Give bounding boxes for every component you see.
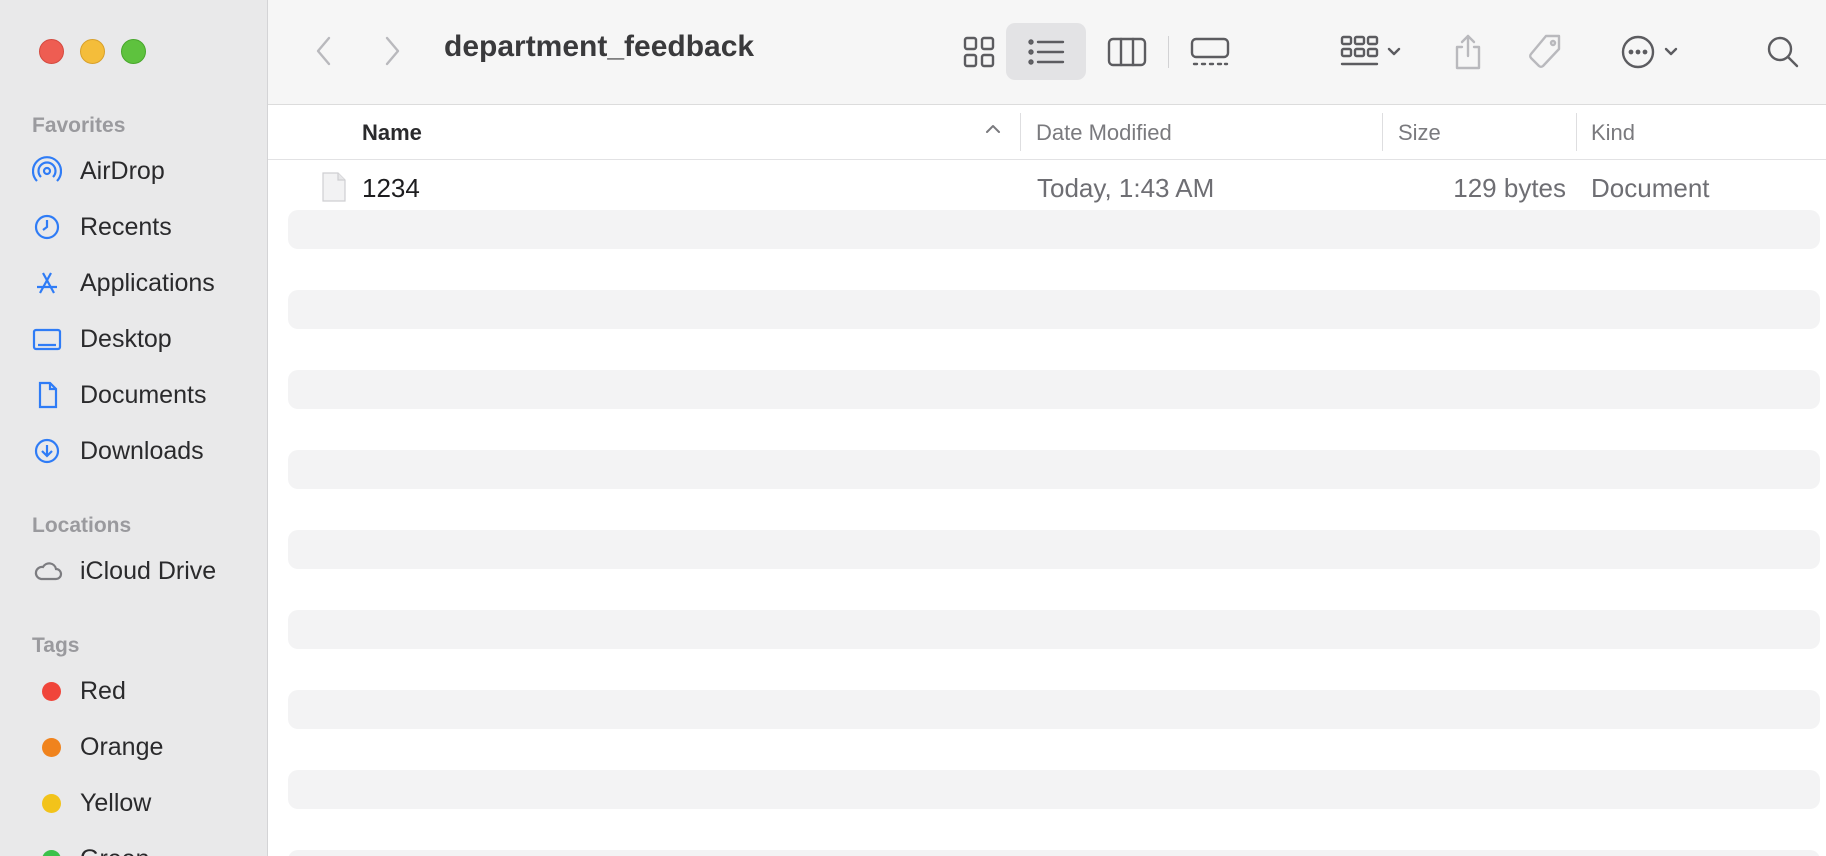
download-icon bbox=[32, 436, 70, 466]
column-divider bbox=[1020, 113, 1021, 151]
sidebar-item-tag-green[interactable]: Green bbox=[32, 837, 149, 856]
sidebar-item-tag-orange[interactable]: Orange bbox=[32, 725, 163, 769]
clock-icon bbox=[32, 212, 70, 242]
sidebar-item-label: Downloads bbox=[80, 436, 204, 465]
more-actions-button[interactable] bbox=[1606, 24, 1692, 80]
applications-icon bbox=[32, 268, 70, 298]
sort-ascending-icon bbox=[986, 125, 1000, 133]
orange-tag-dot bbox=[42, 737, 61, 757]
file-size: 129 bytes bbox=[1453, 173, 1566, 203]
gallery-view-button[interactable] bbox=[1170, 24, 1250, 80]
column-divider bbox=[1382, 113, 1383, 151]
list-view-button[interactable] bbox=[1006, 23, 1086, 80]
green-tag-dot bbox=[42, 849, 61, 856]
column-header-kind[interactable]: Kind bbox=[1591, 120, 1635, 146]
sidebar-item-tag-yellow[interactable]: Yellow bbox=[32, 781, 151, 825]
sidebar-item-label: AirDrop bbox=[80, 156, 165, 185]
sidebar-item-downloads[interactable]: Downloads bbox=[32, 429, 204, 473]
file-kind: Document bbox=[1591, 173, 1710, 203]
share-button[interactable] bbox=[1440, 24, 1496, 80]
toolbar-divider bbox=[1168, 36, 1169, 68]
sidebar-item-documents[interactable]: Documents bbox=[32, 373, 206, 417]
file-list: 1234 Today, 1:43 AM 129 bytes Document bbox=[268, 160, 1826, 856]
column-divider bbox=[1576, 113, 1577, 151]
ellipsis-circle-icon bbox=[1621, 35, 1655, 69]
sidebar-item-icloud-drive[interactable]: iCloud Drive bbox=[32, 549, 216, 593]
sidebar-item-label: Applications bbox=[80, 268, 215, 297]
sidebar-item-label: Yellow bbox=[80, 788, 152, 817]
forward-button[interactable] bbox=[372, 30, 412, 72]
tag-color-icon bbox=[32, 844, 70, 856]
tags-button[interactable] bbox=[1517, 24, 1573, 80]
window-controls bbox=[39, 39, 146, 64]
search-icon bbox=[1767, 36, 1799, 68]
gallery-icon bbox=[1190, 37, 1230, 66]
finder-window: Favorites AirDrop Recents Applications D… bbox=[0, 0, 1826, 856]
empty-row-stripe bbox=[288, 690, 1820, 729]
tag-color-icon bbox=[32, 788, 70, 818]
chevron-right-icon bbox=[385, 36, 400, 66]
search-button[interactable] bbox=[1758, 26, 1808, 78]
grid-icon bbox=[963, 36, 995, 68]
tag-color-icon bbox=[32, 676, 70, 706]
file-date-modified: Today, 1:43 AM bbox=[1037, 173, 1215, 203]
empty-row-stripe bbox=[288, 210, 1820, 249]
list-icon bbox=[1028, 38, 1065, 65]
zoom-window-button[interactable] bbox=[121, 39, 146, 64]
sidebar-item-tag-red[interactable]: Red bbox=[32, 669, 126, 713]
desktop-icon bbox=[32, 324, 70, 354]
table-row[interactable]: 1234 Today, 1:43 AM 129 bytes Document bbox=[268, 160, 1826, 210]
group-by-button[interactable] bbox=[1328, 24, 1414, 80]
empty-row-stripe bbox=[288, 290, 1820, 329]
sidebar-item-recents[interactable]: Recents bbox=[32, 205, 172, 249]
file-name: 1234 bbox=[362, 173, 420, 203]
sidebar-item-label: Documents bbox=[80, 380, 207, 409]
column-header-name[interactable]: Name bbox=[362, 120, 422, 146]
chevron-down-icon bbox=[1387, 47, 1401, 56]
sidebar-item-label: Recents bbox=[80, 212, 172, 241]
sidebar-item-label: Orange bbox=[80, 732, 164, 761]
sidebar-item-applications[interactable]: Applications bbox=[32, 261, 215, 305]
tags-section-title: Tags bbox=[32, 634, 80, 657]
sidebar-item-label: Red bbox=[80, 676, 126, 705]
favorites-section-title: Favorites bbox=[32, 114, 126, 137]
back-button[interactable] bbox=[304, 30, 344, 72]
locations-section-title: Locations bbox=[32, 514, 132, 537]
tag-icon bbox=[1529, 34, 1561, 68]
group-icon bbox=[1340, 35, 1379, 66]
column-header-size[interactable]: Size bbox=[1398, 120, 1441, 146]
chevron-left-icon bbox=[316, 36, 331, 66]
chevron-down-icon bbox=[1664, 47, 1678, 56]
empty-row-stripe bbox=[288, 850, 1820, 856]
empty-row-stripe bbox=[288, 450, 1820, 489]
sidebar-item-airdrop[interactable]: AirDrop bbox=[32, 149, 165, 193]
tag-color-icon bbox=[32, 732, 70, 762]
window-title: department_feedback bbox=[444, 30, 755, 63]
sidebar-item-label: iCloud Drive bbox=[80, 556, 217, 585]
airdrop-icon bbox=[32, 156, 70, 186]
toolbar: department_feedback bbox=[268, 0, 1826, 105]
column-view-button[interactable] bbox=[1087, 24, 1167, 80]
list-header: Name Date Modified Size Kind bbox=[268, 105, 1826, 160]
sidebar: Favorites AirDrop Recents Applications D… bbox=[0, 0, 268, 856]
sidebar-item-label: Desktop bbox=[80, 324, 172, 353]
empty-row-stripe bbox=[288, 770, 1820, 809]
generic-file-icon bbox=[322, 172, 346, 202]
close-window-button[interactable] bbox=[39, 39, 64, 64]
empty-row-stripe bbox=[288, 530, 1820, 569]
red-tag-dot bbox=[42, 681, 61, 701]
share-icon bbox=[1455, 34, 1481, 70]
column-header-date-modified[interactable]: Date Modified bbox=[1036, 120, 1172, 146]
yellow-tag-dot bbox=[42, 793, 61, 813]
empty-row-stripe bbox=[288, 370, 1820, 409]
minimize-window-button[interactable] bbox=[80, 39, 105, 64]
document-icon bbox=[32, 380, 70, 410]
cloud-icon bbox=[32, 556, 70, 586]
empty-row-stripe bbox=[288, 610, 1820, 649]
sidebar-item-desktop[interactable]: Desktop bbox=[32, 317, 172, 361]
columns-icon bbox=[1107, 37, 1147, 67]
sidebar-item-label: Green bbox=[80, 845, 149, 856]
